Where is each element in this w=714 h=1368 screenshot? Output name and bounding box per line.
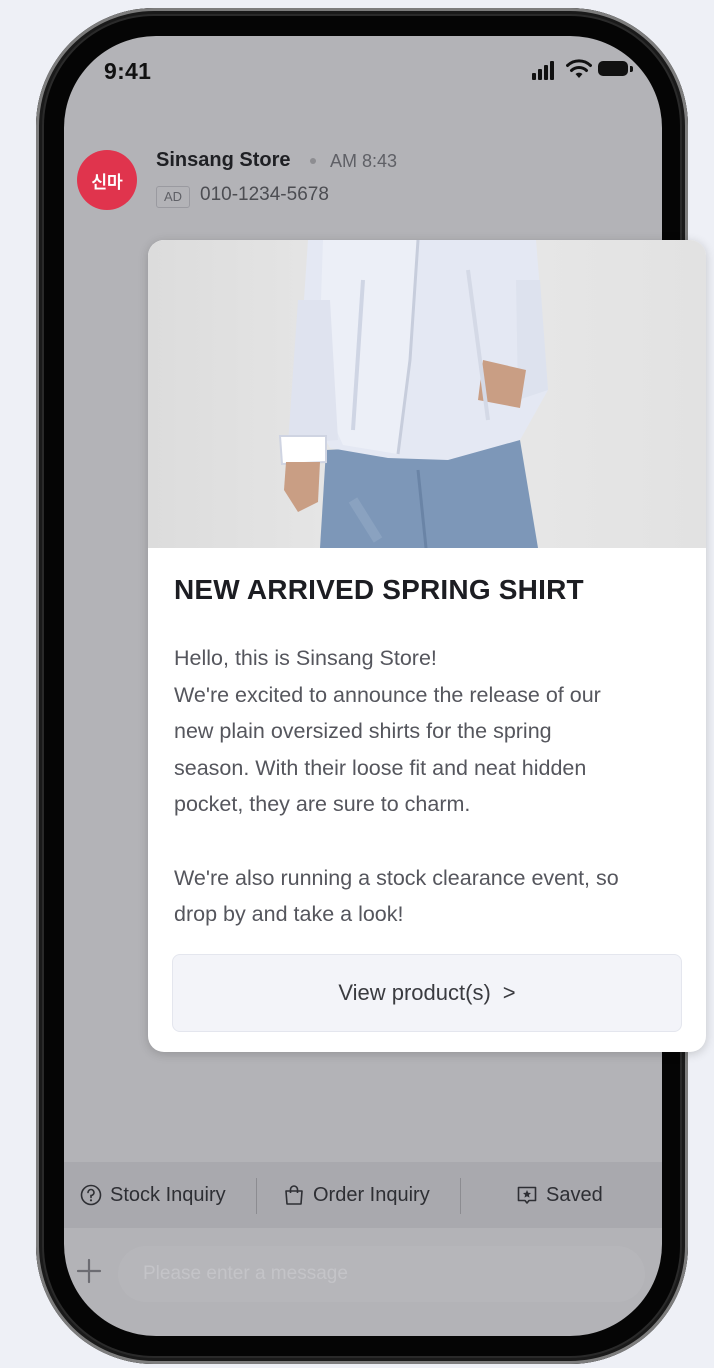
wifi-icon: [566, 59, 592, 78]
message-title: NEW ARRIVED SPRING SHIRT: [174, 574, 584, 605]
phone-mockup: 9:41 신마 Sinsang Store AM 8:43 AD 010-123…: [0, 0, 714, 1368]
body-line: We're excited to announce the release of…: [174, 682, 601, 707]
body-line: new plain oversized shirts for the sprin…: [174, 719, 552, 744]
message-time: AM 8:43: [330, 151, 398, 171]
question-circle-icon: [80, 1184, 102, 1206]
sender-name: Sinsang Store: [156, 149, 291, 171]
message-body: Hello, this is Sinsang Store! We're exci…: [174, 640, 684, 933]
ad-badge: AD: [156, 186, 190, 208]
body-line: We're also running a stock clearance eve…: [174, 865, 619, 890]
separator-dot: [310, 158, 316, 164]
status-icons: [532, 58, 644, 82]
body-line: drop by and take a look!: [174, 902, 404, 927]
body-line: season. With their loose fit and neat hi…: [174, 755, 587, 780]
battery-tip: [630, 66, 633, 72]
body-line: Hello, this is Sinsang Store!: [174, 646, 437, 670]
star-bookmark-icon: [516, 1184, 538, 1206]
shopping-bag-icon: [283, 1184, 305, 1206]
quick-reply-label: Saved: [546, 1183, 603, 1206]
message-card: NEW ARRIVED SPRING SHIRT Hello, this is …: [148, 240, 706, 1052]
product-image[interactable]: [148, 240, 706, 549]
sender-phone-number: 010-1234-5678: [200, 184, 329, 205]
quick-reply-order-inquiry[interactable]: Order Inquiry: [283, 1180, 430, 1210]
avatar[interactable]: 신마: [77, 150, 137, 210]
view-products-button[interactable]: View product(s) >: [172, 954, 682, 1032]
body-line: pocket, they are sure to charm.: [174, 792, 471, 817]
quick-reply-saved[interactable]: Saved: [516, 1180, 603, 1210]
shirt-photo-illustration: [278, 240, 548, 549]
plus-icon[interactable]: [76, 1258, 102, 1284]
divider: [460, 1178, 461, 1214]
message-input[interactable]: [118, 1246, 645, 1302]
quick-reply-stock-inquiry[interactable]: Stock Inquiry: [80, 1180, 226, 1210]
divider: [256, 1178, 257, 1214]
quick-reply-label: Stock Inquiry: [110, 1183, 226, 1206]
quick-reply-label: Order Inquiry: [313, 1183, 430, 1206]
view-products-label: View product(s): [338, 980, 491, 1005]
chevron-right-icon: >: [502, 980, 516, 1005]
status-time: 9:41: [104, 58, 152, 84]
battery-icon: [598, 61, 628, 76]
